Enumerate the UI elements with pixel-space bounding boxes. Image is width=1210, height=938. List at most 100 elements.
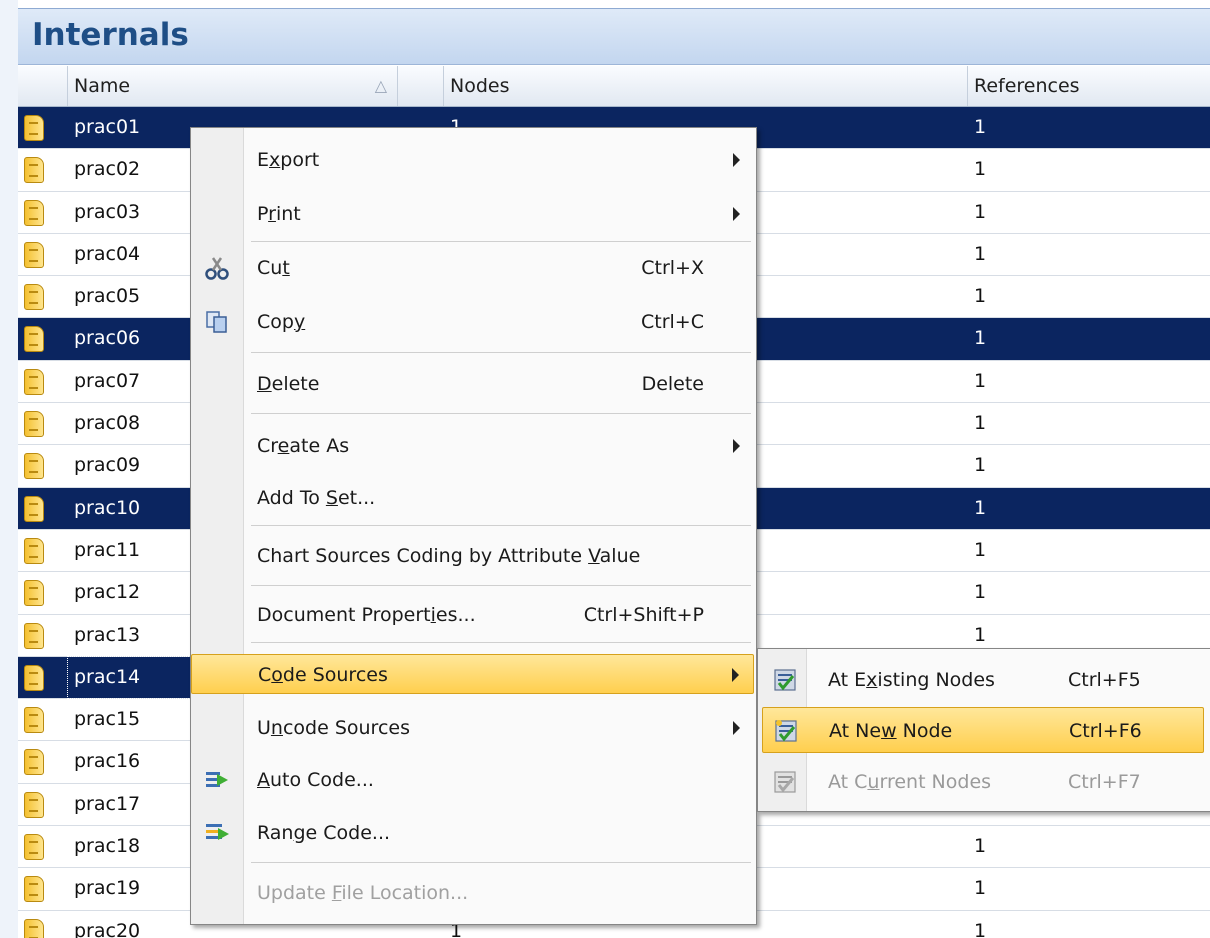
row-icon-cell [18,403,66,444]
row-icon-cell [18,318,66,359]
menu-item-export[interactable]: Export [191,140,754,180]
document-icon [24,580,44,607]
row-icon-cell [18,192,66,233]
menu-shortcut: Ctrl+X [641,257,704,279]
row-icon-cell [18,826,66,867]
menu-item-range-code[interactable]: Range Code... [191,813,754,853]
document-icon [24,199,44,226]
menu-separator [251,413,751,414]
document-icon [24,157,44,184]
row-references: 1 [974,496,987,519]
auto-code-icon [206,772,228,787]
document-icon [24,284,44,311]
menu-label: Create As [257,435,350,457]
menu-item-delete[interactable]: Delete Delete [191,364,754,404]
menu-separator [251,642,751,643]
menu-label: Uncode Sources [257,717,410,739]
row-icon-cell [18,234,66,275]
submenu-arrow-icon [733,207,740,221]
header-name-label: Name [74,75,131,97]
header-icon-column[interactable] [18,66,68,106]
menu-item-cut[interactable]: Cut Ctrl+X [191,248,754,288]
document-icon [24,918,44,938]
row-icon-cell [18,615,66,656]
sort-ascending-icon: △ [374,76,387,95]
list-header: Name △ Nodes References [18,66,1210,107]
menu-label: Add To Set... [257,487,376,509]
row-icon-cell [18,361,66,402]
document-icon [24,241,44,268]
row-icon-cell [18,572,66,613]
row-references: 1 [974,454,987,477]
panel-title-bar: Internals [18,8,1210,65]
document-icon [24,411,44,438]
menu-label: Chart Sources Coding by Attribute Value [257,545,641,567]
document-icon [24,622,44,649]
row-icon-cell [18,657,66,698]
row-icon-cell [18,868,66,909]
menu-item-add-to-set[interactable]: Add To Set... [191,478,754,518]
document-icon [24,834,44,861]
row-references: 1 [974,412,987,435]
row-icon-cell [18,149,66,190]
row-references: 1 [974,158,987,181]
menu-label: At Current Nodes [828,771,992,793]
menu-item-code-sources[interactable]: Code Sources [191,654,754,694]
menu-label: At Existing Nodes [828,669,995,691]
menu-item-create-as[interactable]: Create As [191,426,754,466]
submenu-arrow-icon [733,439,740,453]
menu-shortcut: Ctrl+F6 [1069,720,1142,742]
menu-shortcut: Ctrl+Shift+P [583,604,704,626]
menu-label: At New Node [829,720,953,742]
code-new-icon [775,720,797,742]
menu-item-chart-sources[interactable]: Chart Sources Coding by Attribute Value [191,536,754,576]
submenu-item-at-existing-nodes[interactable]: At Existing Nodes Ctrl+F5 [762,657,1204,703]
menu-item-print[interactable]: Print [191,194,754,234]
row-references: 1 [974,116,987,138]
document-icon [24,368,44,395]
code-existing-icon [774,669,796,691]
panel-title: Internals [32,17,189,53]
menu-separator [251,352,751,353]
submenu-arrow-icon [732,668,739,682]
submenu-item-at-current-nodes[interactable]: At Current Nodes Ctrl+F7 [762,759,1204,805]
row-icon-cell [18,488,66,529]
row-icon-cell [18,107,66,148]
submenu-item-at-new-node[interactable]: At New Node Ctrl+F6 [762,707,1204,753]
row-references: 1 [974,200,987,223]
row-icon-cell [18,911,66,938]
header-references[interactable]: References [968,66,1210,106]
context-menu: Export Print Cut Ctrl+X Copy Ctrl+C Dele… [190,127,757,925]
menu-separator [251,525,751,526]
menu-label: Print [257,203,301,225]
row-icon-cell [18,530,66,571]
row-references: 1 [974,285,987,308]
code-current-icon [774,771,796,793]
document-icon [24,453,44,480]
document-icon [24,749,44,776]
row-references: 1 [974,242,987,265]
menu-item-update-file-location[interactable]: Update File Location... [191,873,754,913]
header-name[interactable]: Name △ [68,66,398,106]
row-references: 1 [974,581,987,604]
header-references-label: References [974,75,1080,97]
submenu-arrow-icon [733,721,740,735]
menu-item-auto-code[interactable]: Auto Code... [191,760,754,800]
menu-label: Copy [257,311,306,333]
menu-shortcut: Ctrl+F5 [1068,669,1141,691]
menu-label: Update File Location... [257,882,469,904]
document-icon [24,876,44,903]
menu-label: Document Properties... [257,604,476,626]
row-icon-cell [18,276,66,317]
header-nodes[interactable]: Nodes [444,66,968,106]
menu-label: Code Sources [258,664,388,686]
menu-item-copy[interactable]: Copy Ctrl+C [191,302,754,342]
row-references: 1 [974,327,987,350]
document-icon [24,326,44,353]
menu-shortcut: Ctrl+C [641,311,704,333]
row-icon-cell [18,445,66,486]
row-references: 1 [974,369,987,392]
submenu-arrow-icon [733,153,740,167]
menu-item-uncode-sources[interactable]: Uncode Sources [191,708,754,748]
menu-item-document-properties[interactable]: Document Properties... Ctrl+Shift+P [191,595,754,635]
